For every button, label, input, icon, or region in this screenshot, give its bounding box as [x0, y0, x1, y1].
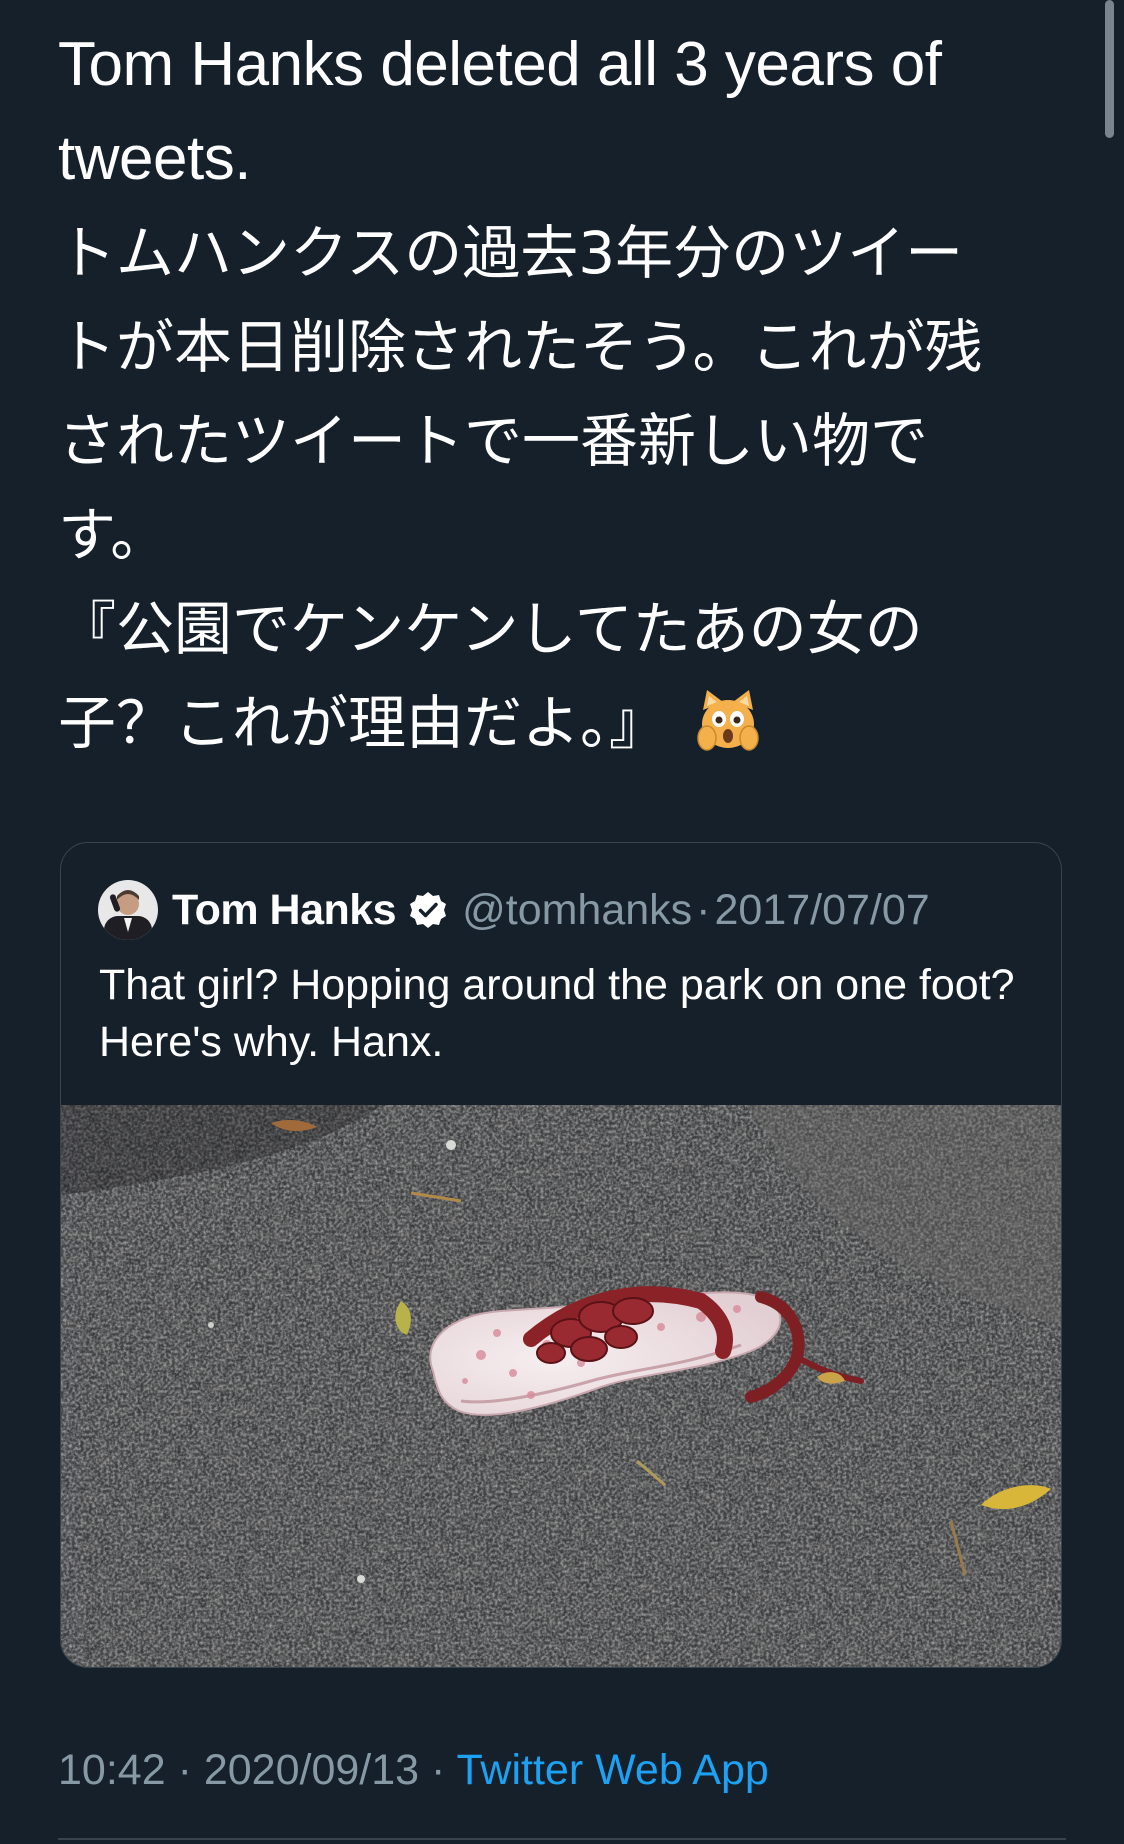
avatar[interactable] — [98, 880, 158, 940]
separator-dot: · — [177, 1746, 192, 1794]
tweet-text-line: トムハンクスの過去3年分のツイー — [58, 219, 964, 287]
divider — [58, 1838, 1066, 1840]
quoted-tweet-photo[interactable] — [61, 1105, 1061, 1667]
quoted-tweet-date[interactable]: 2017/07/07 — [715, 886, 930, 935]
tweet-date[interactable]: 2020/09/13 — [204, 1746, 419, 1794]
sandal-on-asphalt-image — [61, 1105, 1061, 1667]
scream-cat-emoji-icon — [697, 689, 759, 751]
tweet-meta: 10:42 · 2020/09/13 · Twitter Web App — [58, 1740, 769, 1800]
quoted-tweet-header: Tom Hanks @tomhanks · 2017/07/07 — [98, 879, 930, 941]
tweet-text-line: tweets. — [58, 124, 251, 193]
tweet-text-segment: 子？これが理由だよ。』 — [58, 689, 668, 757]
tweet-text: Tom Hanks deleted all 3 years of tweets.… — [58, 18, 1058, 770]
tweet-text-line-last: 子？これが理由だよ。』 — [58, 676, 1058, 770]
tweet-text-line: Tom Hanks deleted all 3 years of — [58, 30, 942, 99]
quoted-tweet-card[interactable]: Tom Hanks @tomhanks · 2017/07/07 That gi… — [60, 842, 1062, 1668]
tweet-text-line: トが本日削除されたそう。これが残 — [58, 313, 983, 381]
quoted-tweet-text: That girl? Hopping around the park on on… — [99, 961, 1015, 1066]
tweet-text-line: す。 — [58, 501, 169, 569]
tweet-time[interactable]: 10:42 — [58, 1746, 166, 1794]
tweet-text-line: されたツイートで一番新しい物で — [58, 407, 929, 475]
tweet-source-link[interactable]: Twitter Web App — [457, 1746, 769, 1794]
verified-badge-icon — [410, 892, 447, 928]
avatar-image — [98, 880, 158, 940]
tweet-text-line: 『公園でケンケンしてたあの女の — [58, 595, 923, 663]
tweet-detail: Tom Hanks deleted all 3 years of tweets.… — [0, 0, 1124, 1844]
author-name[interactable]: Tom Hanks — [172, 886, 397, 935]
separator-dot: · — [431, 1746, 446, 1794]
scrollbar[interactable] — [1105, 0, 1114, 138]
separator-dot: · — [696, 885, 711, 934]
author-handle[interactable]: @tomhanks — [462, 886, 692, 935]
